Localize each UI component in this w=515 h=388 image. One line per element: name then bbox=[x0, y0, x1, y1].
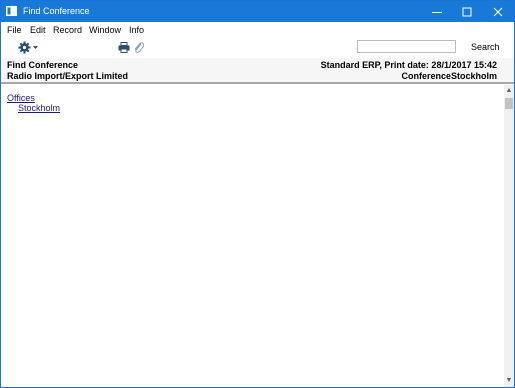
vertical-scrollbar[interactable]: ▲ ▼ bbox=[504, 85, 514, 387]
scrollbar-thumb[interactable] bbox=[505, 98, 513, 109]
close-button[interactable] bbox=[482, 1, 514, 22]
menu-info[interactable]: Info bbox=[129, 25, 144, 35]
menu-record[interactable]: Record bbox=[53, 25, 82, 35]
print-info: Standard ERP, Print date: 28/1/2017 15:4… bbox=[320, 60, 497, 70]
scroll-down-icon[interactable]: ▼ bbox=[505, 377, 513, 385]
window-title: Find Conference bbox=[23, 6, 90, 16]
menu-edit[interactable]: Edit bbox=[30, 25, 46, 35]
company-name: Radio Import/Export Limited bbox=[7, 71, 129, 81]
title-bar: Find Conference bbox=[1, 1, 514, 22]
scroll-up-icon[interactable]: ▲ bbox=[505, 87, 513, 95]
maximize-icon bbox=[462, 7, 472, 16]
offices-link[interactable]: Offices bbox=[7, 93, 35, 103]
printer-icon[interactable] bbox=[118, 42, 130, 53]
report-title: Find Conference bbox=[7, 60, 79, 70]
paperclip-icon[interactable] bbox=[133, 41, 144, 53]
menu-bar: File Edit Record Window Info bbox=[1, 22, 514, 37]
report-id: ConferenceStockholm bbox=[401, 71, 497, 81]
minimize-icon bbox=[432, 11, 442, 13]
gear-icon[interactable] bbox=[18, 41, 40, 54]
minimize-button[interactable] bbox=[421, 1, 453, 22]
toolbar: Search bbox=[1, 37, 514, 59]
menu-window[interactable]: Window bbox=[89, 25, 121, 35]
search-button[interactable]: Search bbox=[471, 42, 500, 52]
close-icon bbox=[493, 7, 503, 16]
office-link-stockholm[interactable]: Stockholm bbox=[18, 103, 60, 113]
app-window: Find Conference File Edit Record Window … bbox=[0, 0, 515, 388]
report-content: Offices Stockholm bbox=[1, 84, 504, 387]
search-input[interactable] bbox=[357, 40, 456, 53]
report-header: Find Conference Radio Import/Export Limi… bbox=[1, 58, 514, 82]
maximize-button[interactable] bbox=[451, 1, 483, 22]
app-window-icon bbox=[6, 6, 17, 16]
menu-file[interactable]: File bbox=[7, 25, 22, 35]
